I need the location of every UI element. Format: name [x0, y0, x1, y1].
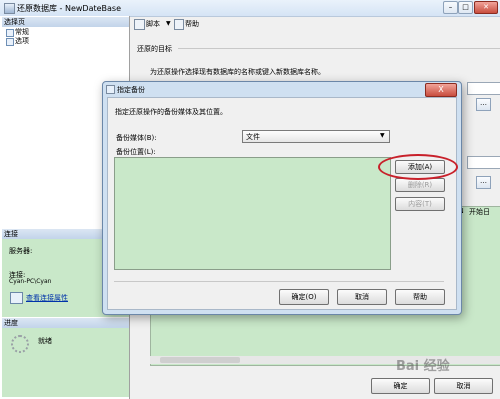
page-icon — [6, 29, 14, 37]
chevron-down-icon[interactable]: ▼ — [166, 20, 171, 27]
app-icon — [4, 3, 15, 14]
progress-status: 就绪 — [38, 337, 52, 345]
backup-media-select[interactable] — [242, 130, 390, 143]
contents-button[interactable]: 内容(T) — [395, 197, 445, 211]
highlight-annotation — [378, 154, 458, 180]
backup-location-label: 备份位置(L): — [116, 148, 156, 156]
browse-device-button[interactable]: … — [476, 176, 491, 189]
page-item-label: 选项 — [15, 37, 29, 45]
dialog-icon — [106, 85, 115, 94]
section-divider — [178, 48, 500, 49]
progress-header: 进度 — [2, 318, 129, 328]
view-connection-properties-link[interactable]: 查看连接属性 — [26, 293, 68, 303]
page-item-options[interactable]: 选项 — [6, 37, 29, 46]
maximize-button[interactable]: □ — [458, 1, 473, 14]
restore-instruction: 为还原操作选择现有数据库的名称或键入新数据库名称。 — [150, 68, 325, 76]
ok-button[interactable]: 确定 — [371, 378, 430, 394]
page-item-general[interactable]: 常规 — [6, 28, 29, 37]
remove-button[interactable]: 删除(R) — [395, 178, 445, 192]
dialog-ok-button[interactable]: 确定(O) — [279, 289, 329, 305]
cancel-button[interactable]: 取消 — [434, 378, 493, 394]
help-icon — [174, 19, 184, 30]
grid-header-start: 开始日 — [469, 208, 490, 216]
dialog-divider — [114, 281, 444, 282]
page-item-label: 常规 — [15, 28, 29, 36]
dialog-title: 指定备份 — [117, 86, 145, 94]
dialog-help-button[interactable]: 帮助 — [395, 289, 445, 305]
script-icon — [134, 19, 145, 30]
script-button[interactable]: 脚本 — [146, 19, 160, 29]
source-combo[interactable] — [467, 156, 500, 169]
backup-media-value: 文件 — [246, 133, 260, 141]
connection-value: Cyan-PC\Cyan — [9, 278, 52, 285]
dialog-cancel-button[interactable]: 取消 — [337, 289, 387, 305]
close-button[interactable]: ✕ — [474, 1, 498, 14]
target-database-combo[interactable] — [467, 82, 500, 95]
server-label: 服务器: — [9, 247, 33, 255]
connection-properties-icon — [10, 292, 23, 304]
dialog-close-button[interactable]: X — [425, 83, 457, 97]
backup-media-label: 备份媒体(B): — [116, 134, 157, 142]
progress-spinner-icon — [11, 335, 29, 353]
window-title: 还原数据库 - NewDateBase — [17, 4, 122, 13]
scrollbar-thumb[interactable] — [160, 357, 240, 363]
minimize-button[interactable]: – — [443, 1, 458, 14]
page-icon — [6, 38, 14, 46]
browse-button[interactable]: … — [476, 98, 491, 111]
chevron-down-icon[interactable]: ▼ — [380, 132, 385, 139]
select-page-header: 选择页 — [2, 17, 129, 27]
section-title: 还原的目标 — [137, 45, 172, 53]
help-button[interactable]: 帮助 — [185, 19, 199, 29]
dialog-instruction: 指定还原操作的备份媒体及其位置。 — [115, 108, 227, 116]
backup-location-list[interactable] — [114, 157, 391, 270]
watermark: Bai 经验 — [396, 359, 450, 374]
